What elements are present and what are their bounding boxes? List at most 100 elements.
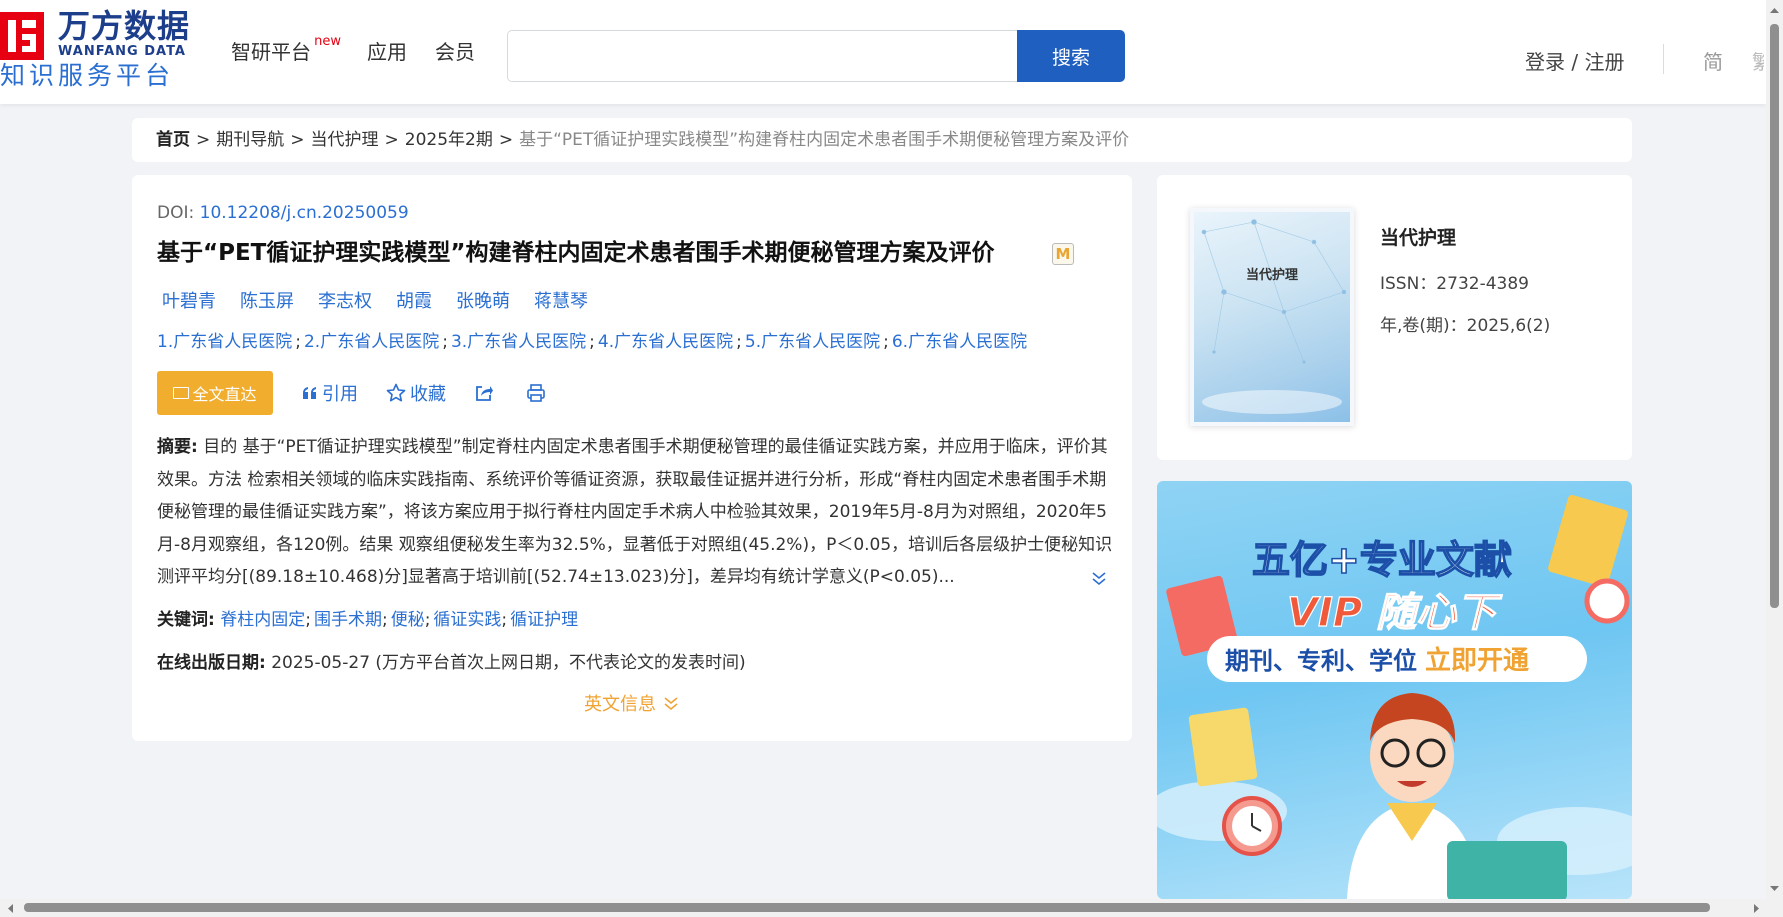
lang-traditional[interactable]: 繁 [1752,46,1764,75]
affiliation-link[interactable]: 6.广东省人民医院 [892,332,1027,352]
breadcrumb-home[interactable]: 首页 [156,130,190,150]
aff-separator: ; [589,332,595,352]
vip-promo-banner[interactable]: 五亿+专业文献 VIP 随心下 期刊、专利、学位 立即开通 [1157,481,1632,899]
aff-separator: ; [883,332,889,352]
affiliation-link[interactable]: 4.广东省人民医院 [598,332,733,352]
logo-mark-icon [0,12,44,60]
author-link[interactable]: 蒋慧琴 [534,287,588,313]
affiliation-link[interactable]: 1.广东省人民医院 [157,332,292,352]
cite-label: 引用 [322,384,358,405]
online-publish-date: 在线出版日期: 2025-05-27 (万方平台首次上网日期，不代表论文的发表时… [157,648,746,673]
author-link[interactable]: 叶碧青 [162,287,216,313]
keyword-separator: ; [381,610,388,630]
wanfang-logo[interactable]: 万方数据 WANFANG DATA 知识服务平台 [0,8,195,94]
keyword-link[interactable]: 脊柱内固定 [220,610,305,630]
breadcrumb-separator: > [290,130,305,150]
scroll-right-arrow-icon[interactable] [1748,900,1765,917]
breadcrumb-issue[interactable]: 2025年2期 [405,130,493,150]
logo-en-text: WANFANG DATA [58,44,186,59]
keyword-separator: ; [501,610,508,630]
affiliation-list: 1.广东省人民医院; 2.广东省人民医院; 3.广东省人民医院; 4.广东省人民医院;… [157,327,1027,352]
doi-label: DOI: [157,203,200,223]
search-input[interactable] [507,30,1017,82]
print-button[interactable] [526,383,550,403]
star-icon [386,383,406,402]
abstract-label: 摘要: [157,437,198,457]
keywords: 关键词: 脊柱内固定; 围手术期; 便秘; 循证实践; 循证护理 [157,605,578,630]
horizontal-scrollbar-thumb[interactable] [24,903,1710,912]
share-button[interactable] [474,383,498,403]
journal-volume: 年,卷(期)：2025,6(2) [1380,316,1551,336]
expand-abstract-icon[interactable] [1090,570,1108,588]
pubdate-value: 2025-05-27 [271,653,371,673]
aff-separator: ; [295,332,301,352]
author-link[interactable]: 胡霞 [396,287,432,313]
quote-icon [303,387,316,399]
cite-button[interactable]: 引用 [302,380,358,406]
doi-link[interactable]: 10.12208/j.cn.20250059 [200,203,409,223]
scroll-down-arrow-icon[interactable] [1766,880,1783,897]
article-title: 基于“PET循证护理实践模型”构建脊柱内固定术患者围手术期便秘管理方案及评价 [157,240,995,266]
english-info-toggle[interactable]: 英文信息 [584,690,680,716]
banner-cta: 立即开通 [1425,645,1529,676]
journal-name-link[interactable]: 当代护理 [1380,223,1456,250]
nav-label: 会员 [435,40,475,64]
author-link[interactable]: 陈玉屏 [240,287,294,313]
nav-item-apps[interactable]: 应用 [367,38,407,68]
logo-cn-text: 万方数据 [58,7,191,45]
keyword-link[interactable]: 循证护理 [510,610,578,630]
cover-network-pattern [1201,219,1347,414]
banner-sub-line: 期刊、专利、学位 [1225,647,1417,675]
breadcrumb-separator: > [384,130,399,150]
abstract: 摘要: 目的 基于“PET循证护理实践模型”制定脊柱内固定术患者围手术期便秘管理… [157,431,1113,594]
header-divider [1663,44,1664,74]
author-link[interactable]: 李志权 [318,287,372,313]
abstract-text: 目的 基于“PET循证护理实践模型”制定脊柱内固定术患者围手术期便秘管理的最佳循… [157,437,1113,587]
affiliation-link[interactable]: 2.广东省人民医院 [304,332,439,352]
article-actions: 全文直达 引用 收藏 [157,371,550,415]
banner-vip-line: VIP 随心下 [1287,590,1503,636]
author-link[interactable]: 张晚萌 [456,287,510,313]
search-button[interactable]: 搜索 [1017,30,1125,82]
metadata-m-icon[interactable]: M [1052,243,1074,265]
affiliation-link[interactable]: 3.广东省人民医院 [451,332,586,352]
banner-headline: 五亿+专业文献 [1252,538,1512,582]
journal-cover[interactable]: 当代护理 [1190,208,1354,426]
logo-sub-text: 知识服务平台 [0,61,175,90]
journal-info-card: 当代护理 当代护理 ISSN：2732-4389 年,卷(期)：2025,6(2… [1157,175,1632,460]
keyword-link[interactable]: 循证实践 [433,610,501,630]
keyword-separator: ; [424,610,431,630]
keyword-separator: ; [305,610,311,630]
nav-item-member[interactable]: 会员 [435,38,475,68]
scroll-up-arrow-icon[interactable] [1766,2,1783,19]
main-nav: 智研平台 new 应用 会员 [231,34,503,68]
nav-label: 智研平台 [231,40,311,64]
breadcrumb-journal[interactable]: 当代护理 [311,130,379,150]
journal-issn: ISSN：2732-4389 [1380,274,1529,294]
keyword-link[interactable]: 便秘 [391,610,425,630]
affiliation-link[interactable]: 5.广东省人民医院 [745,332,880,352]
share-icon [476,386,493,401]
print-icon [527,384,545,402]
breadcrumb-journal-nav[interactable]: 期刊导航 [216,130,284,150]
lang-simplified[interactable]: 简 [1703,46,1723,75]
pubdate-note: (万方平台首次上网日期，不代表论文的发表时间) [375,653,746,673]
favorite-button[interactable]: 收藏 [386,380,446,406]
login-register-link[interactable]: 登录 / 注册 [1525,46,1624,75]
keywords-label: 关键词: [157,610,215,630]
aff-separator: ; [736,332,742,352]
nav-label: 应用 [367,40,407,64]
new-badge: new [314,34,341,49]
banner-illustration: 五亿+专业文献 VIP 随心下 期刊、专利、学位 立即开通 [1157,494,1632,899]
keyword-link[interactable]: 围手术期 [314,610,382,630]
scroll-left-arrow-icon[interactable] [2,900,19,917]
nav-item-zhiyan[interactable]: 智研平台 new [231,34,341,68]
doi-line: DOI: 10.12208/j.cn.20250059 [157,203,409,223]
author-list: 叶碧青 陈玉屏 李志权 胡霞 张晚萌 蒋慧琴 [162,287,612,313]
article-detail-card: DOI: 10.12208/j.cn.20250059 基于“PET循证护理实践… [132,175,1132,741]
top-header: 万方数据 WANFANG DATA 知识服务平台 智研平台 new 应用 会员 … [0,0,1766,104]
vertical-scrollbar-thumb[interactable] [1770,24,1779,608]
breadcrumb-separator: > [498,130,514,150]
breadcrumb: 首页 > 期刊导航 > 当代护理 >2025年2期 > 基于“PET循证护理实践模型”构建脊柱… [132,118,1632,162]
fulltext-button[interactable]: 全文直达 [157,371,273,415]
